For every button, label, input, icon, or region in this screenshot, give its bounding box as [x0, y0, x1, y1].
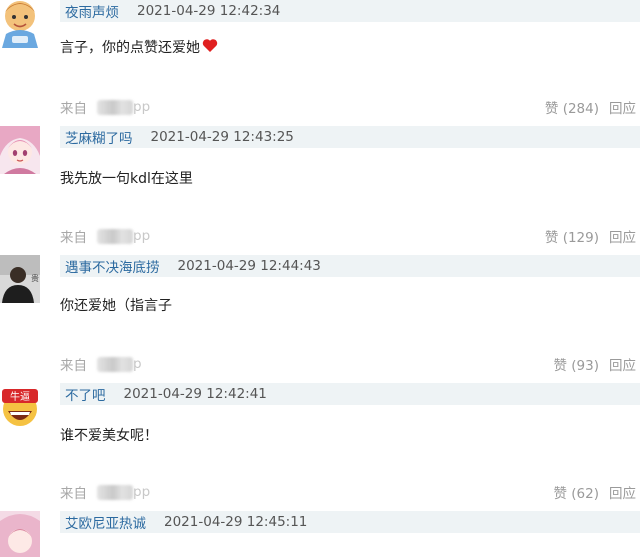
- blurred-source: [97, 228, 133, 244]
- anime-girl-avatar-icon: [0, 511, 40, 557]
- comment-text-content: 你还爱她（指言子: [60, 298, 172, 314]
- username-link[interactable]: 夜雨声烦: [65, 1, 119, 21]
- like-button[interactable]: 赞 (93): [553, 354, 599, 374]
- comment-timestamp: 2021-04-29 12:42:34: [137, 3, 281, 19]
- comment-timestamp: 2021-04-29 12:44:43: [177, 258, 321, 274]
- grin-emoji-avatar-icon: 牛逼: [0, 383, 40, 431]
- photo-avatar-icon: 贵: [0, 255, 40, 303]
- comment-text-content: 我先放一句kdl在这里: [60, 171, 193, 187]
- source-suffix: pp: [133, 228, 151, 244]
- comment-text: 我先放一句kdl在这里: [60, 168, 193, 188]
- comment-text: 谁不爱美女呢！: [60, 425, 158, 445]
- comment-header: 不了吧 2021-04-29 12:42:41: [60, 383, 640, 405]
- comment-actions: 赞 (62) 回应: [553, 482, 636, 502]
- avatar-caption: 牛逼: [10, 390, 30, 403]
- source-suffix: p: [133, 356, 142, 372]
- username-link[interactable]: 艾欧尼亚热诚: [65, 512, 146, 532]
- blurred-source: [97, 356, 133, 372]
- source-suffix: pp: [133, 484, 151, 500]
- comment-meta: 来自 p 赞 (93) 回应: [60, 354, 640, 374]
- comment-source: 来自 p: [60, 354, 142, 374]
- source-suffix: pp: [133, 99, 151, 115]
- username-link[interactable]: 芝麻糊了吗: [65, 127, 133, 147]
- comment-timestamp: 2021-04-29 12:45:11: [164, 514, 308, 530]
- reply-button[interactable]: 回应: [609, 482, 636, 502]
- comment-source: 来自 pp: [60, 226, 150, 246]
- heart-icon: [202, 38, 218, 57]
- source-label: 来自: [60, 101, 87, 117]
- comment-meta: 来自 pp 赞 (129) 回应: [60, 226, 640, 246]
- comment-actions: 赞 (129) 回应: [545, 226, 636, 246]
- comment-source: 来自 pp: [60, 97, 150, 117]
- comment-text: 言子，你的点赞还爱她: [60, 37, 218, 57]
- comment-header: 夜雨声烦 2021-04-29 12:42:34: [60, 0, 640, 22]
- source-label: 来自: [60, 358, 87, 374]
- source-label: 来自: [60, 230, 87, 246]
- comment-meta: 来自 pp 赞 (62) 回应: [60, 482, 640, 502]
- reply-button[interactable]: 回应: [609, 354, 636, 374]
- source-label: 来自: [60, 486, 87, 502]
- comment-timestamp: 2021-04-29 12:42:41: [123, 386, 267, 402]
- comment-actions: 赞 (284) 回应: [545, 97, 636, 117]
- avatar[interactable]: [0, 511, 40, 557]
- like-button[interactable]: 赞 (62): [553, 482, 599, 502]
- svg-text:贵: 贵: [31, 273, 39, 283]
- avatar[interactable]: 贵: [0, 255, 40, 303]
- comment-text-content: 言子，你的点赞还爱她: [60, 40, 200, 56]
- blurred-source: [97, 484, 133, 500]
- comment-meta: 来自 pp 赞 (284) 回应: [60, 97, 640, 117]
- avatar[interactable]: 牛逼: [0, 383, 40, 431]
- like-button[interactable]: 赞 (284): [545, 97, 599, 117]
- comment-header: 遇事不决海底捞 2021-04-29 12:44:43: [60, 255, 640, 277]
- username-link[interactable]: 遇事不决海底捞: [65, 256, 160, 276]
- avatar[interactable]: [0, 0, 40, 48]
- reply-button[interactable]: 回应: [609, 97, 636, 117]
- username-link[interactable]: 不了吧: [65, 384, 106, 404]
- comment-timestamp: 2021-04-29 12:43:25: [150, 129, 294, 145]
- like-button[interactable]: 赞 (129): [545, 226, 599, 246]
- comment-header: 艾欧尼亚热诚 2021-04-29 12:45:11: [60, 511, 640, 533]
- cartoon-avatar-icon: [0, 0, 40, 48]
- blurred-source: [97, 99, 133, 115]
- comment-source: 来自 pp: [60, 482, 150, 502]
- comment-text-content: 谁不爱美女呢！: [60, 428, 158, 444]
- comment-actions: 赞 (93) 回应: [553, 354, 636, 374]
- avatar[interactable]: [0, 126, 40, 174]
- anime-girl-avatar-icon: [0, 126, 40, 174]
- comment-text: 你还爱她（指言子: [60, 295, 172, 315]
- comment-header: 芝麻糊了吗 2021-04-29 12:43:25: [60, 126, 640, 148]
- reply-button[interactable]: 回应: [609, 226, 636, 246]
